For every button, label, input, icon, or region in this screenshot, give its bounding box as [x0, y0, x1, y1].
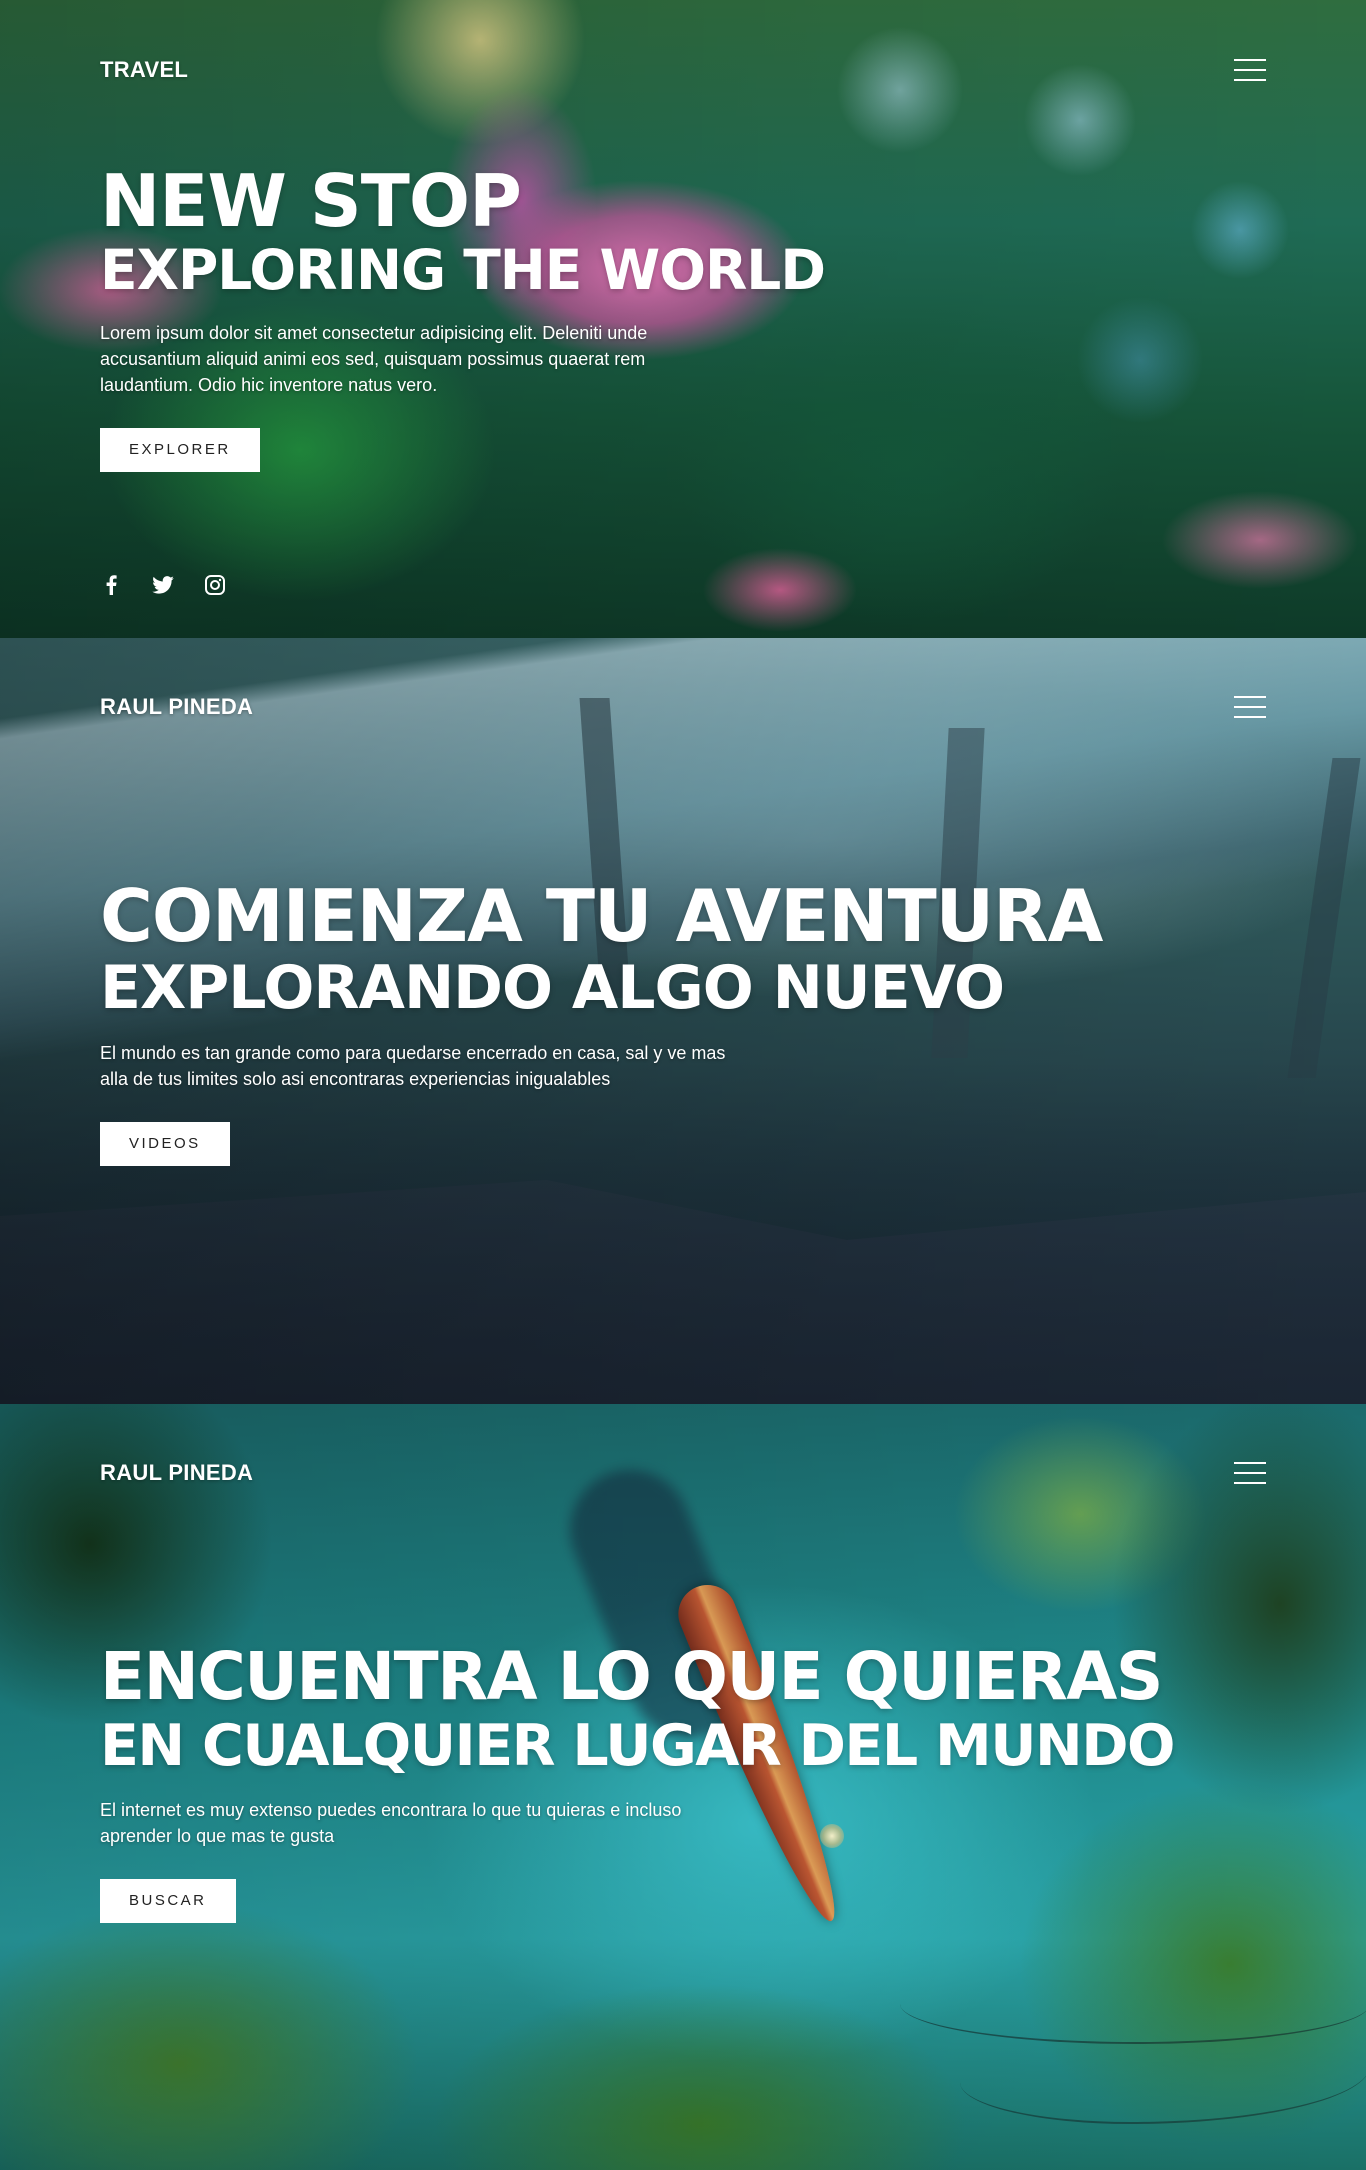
site-header: TRAVEL — [100, 55, 1266, 85]
hamburger-menu-icon[interactable] — [1234, 59, 1266, 81]
facebook-icon[interactable] — [100, 574, 122, 596]
hero-description: El internet es muy extenso puedes encont… — [100, 1800, 682, 1846]
hero-subtitle: EXPLORANDO ALGO NUEVO — [100, 953, 1005, 1023]
hero-title: NEW STOP — [100, 159, 522, 243]
hero-section-encuentra: RAUL PINEDA ENCUENTRA LO QUE QUIERAS EN … — [0, 1404, 1366, 2170]
hero-description: Lorem ipsum dolor sit amet consectetur a… — [100, 323, 648, 395]
hero-section-aventura: RAUL PINEDA COMIENZA TU AVENTURA EXPLORA… — [0, 638, 1366, 1404]
hamburger-menu-icon[interactable] — [1234, 1462, 1266, 1484]
hero-description: El mundo es tan grande como para quedars… — [100, 1043, 726, 1089]
brand-logo[interactable]: TRAVEL — [100, 57, 188, 83]
brand-logo[interactable]: RAUL PINEDA — [100, 1460, 253, 1486]
hero-title: ENCUENTRA LO QUE QUIERAS — [100, 1638, 1163, 1715]
site-header: RAUL PINEDA — [100, 1458, 1266, 1488]
site-header: RAUL PINEDA — [100, 692, 1266, 722]
hero-subtitle: EXPLORING THE WORLD — [100, 238, 826, 302]
hero-title: COMIENZA TU AVENTURA — [100, 874, 1103, 958]
instagram-icon[interactable] — [204, 574, 226, 596]
explorer-button[interactable]: EXPLORER — [100, 428, 260, 472]
social-links — [100, 574, 226, 596]
hero-subtitle: EN CUALQUIER LUGAR DEL MUNDO — [100, 1713, 1176, 1779]
hero-content: ENCUENTRA LO QUE QUIERAS EN CUALQUIER LU… — [100, 1638, 1176, 1923]
twitter-icon[interactable] — [152, 574, 174, 596]
hero-content: NEW STOP EXPLORING THE WORLD Lorem ipsum… — [100, 159, 826, 472]
hero-content: COMIENZA TU AVENTURA EXPLORANDO ALGO NUE… — [100, 874, 1103, 1166]
videos-button[interactable]: VIDEOS — [100, 1122, 230, 1166]
buscar-button[interactable]: BUSCAR — [100, 1879, 236, 1923]
brand-logo[interactable]: RAUL PINEDA — [100, 694, 253, 720]
hero-section-travel: TRAVEL NEW STOP EXPLORING THE WORLD Lore… — [0, 0, 1366, 638]
hamburger-menu-icon[interactable] — [1234, 696, 1266, 718]
